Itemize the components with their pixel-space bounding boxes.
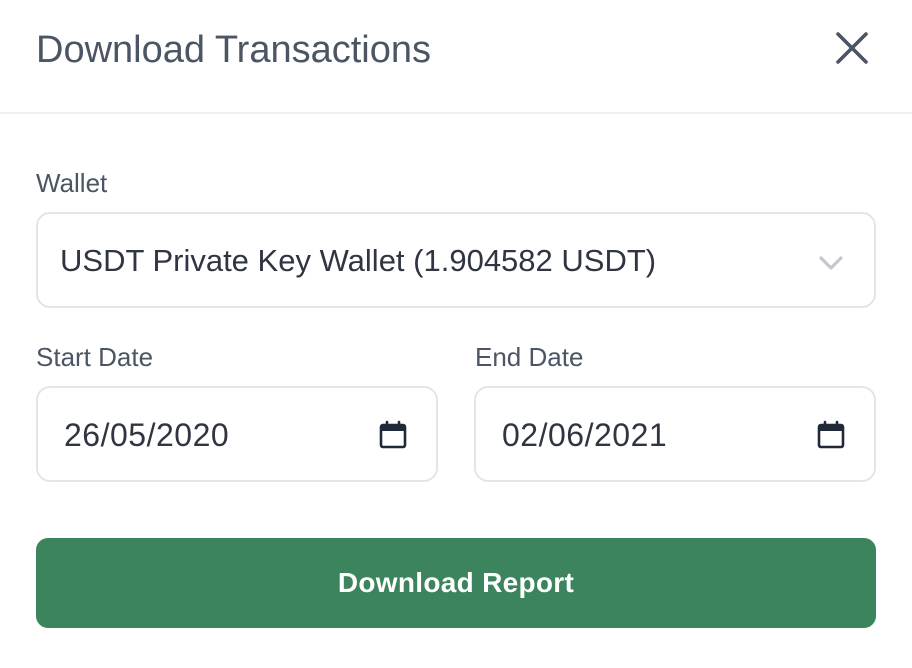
calendar-icon[interactable] — [378, 420, 408, 450]
start-date-label: Start Date — [36, 342, 154, 372]
end-date-value: 02/06/2021 — [502, 417, 668, 453]
download-transactions-modal: Download Transactions Wallet USDT Privat… — [0, 0, 912, 668]
modal-title: Download Transactions — [36, 29, 431, 71]
end-date-label: End Date — [475, 342, 584, 372]
modal-header: Download Transactions — [0, 0, 912, 114]
download-report-button[interactable]: Download Report — [36, 538, 876, 628]
start-date-value: 26/05/2020 — [64, 417, 230, 453]
close-button[interactable] — [828, 24, 876, 72]
calendar-icon[interactable] — [816, 420, 846, 450]
end-date-input[interactable]: 02/06/2021 — [474, 386, 876, 482]
chevron-down-icon — [819, 256, 843, 270]
close-icon — [836, 32, 868, 64]
start-date-input[interactable]: 26/05/2020 — [36, 386, 438, 482]
wallet-label: Wallet — [36, 168, 108, 198]
wallet-select[interactable]: USDT Private Key Wallet (1.904582 USDT) — [36, 212, 876, 308]
wallet-selected-value: USDT Private Key Wallet (1.904582 USDT) — [60, 243, 657, 278]
